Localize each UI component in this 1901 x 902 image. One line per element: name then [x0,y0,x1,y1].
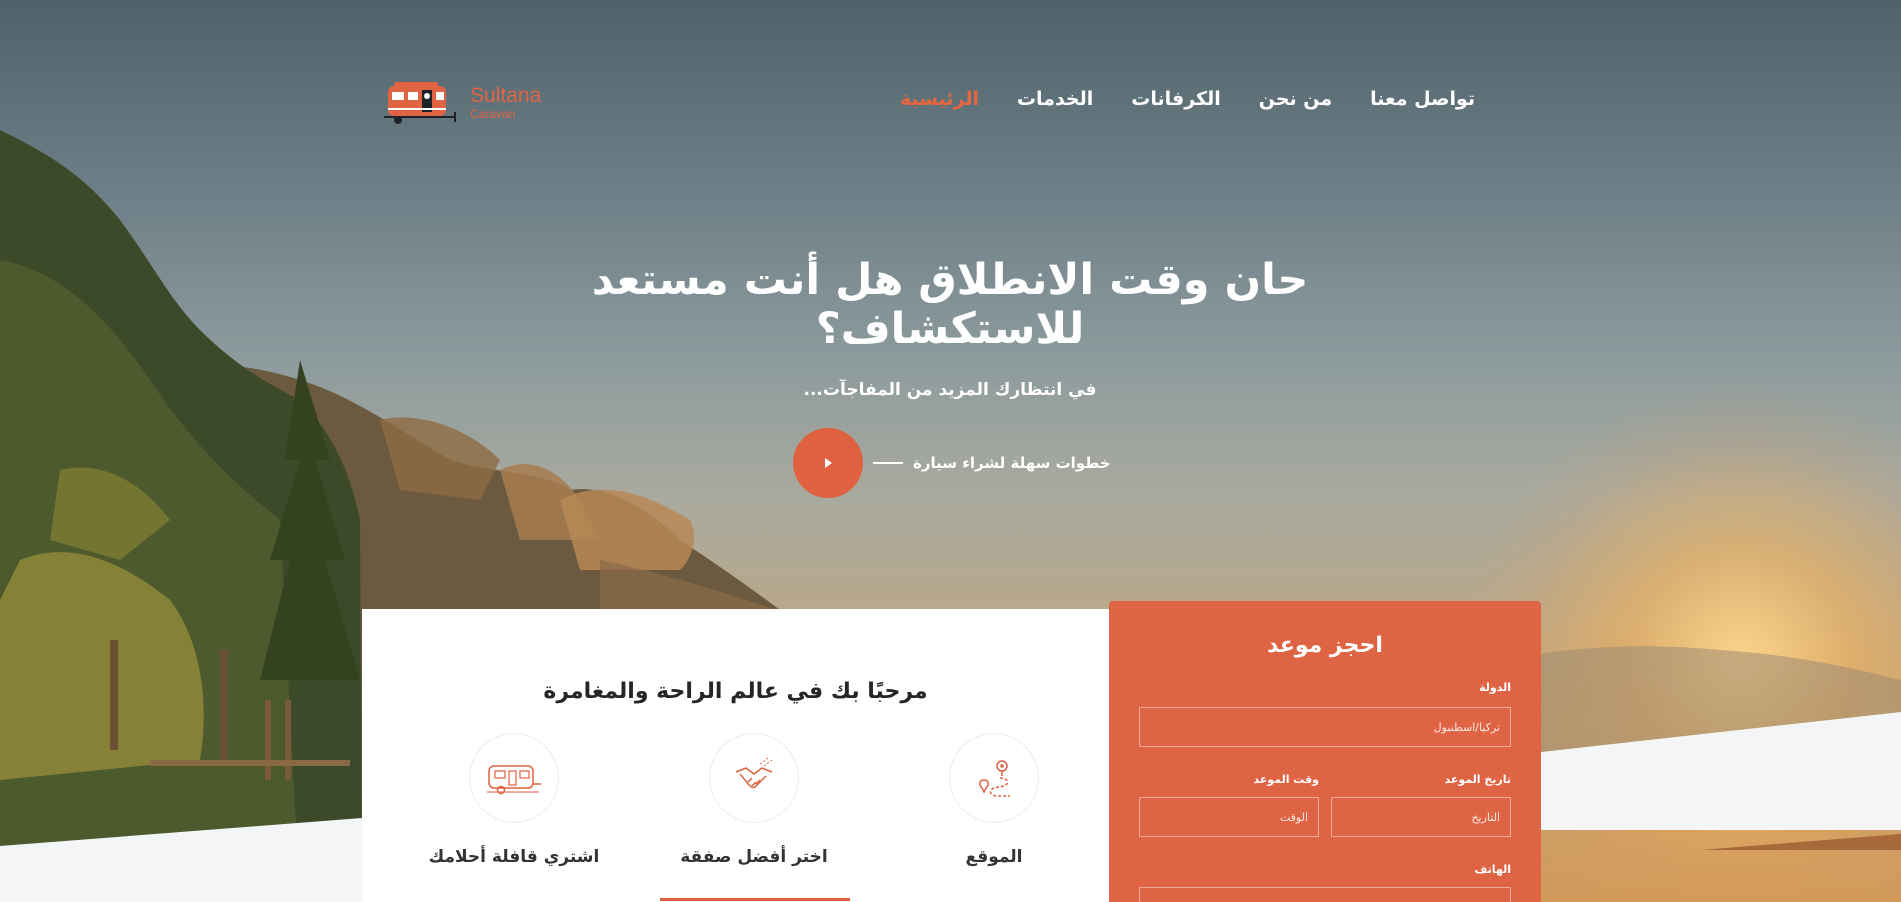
hero-subtitle: في انتظارك المزيد من المفاجآت... [803,380,1097,400]
country-label: الدولة [1479,681,1511,694]
nav-item-contact[interactable]: تواصل معنا [1370,88,1475,122]
time-field[interactable] [1139,797,1319,837]
handshake-icon [735,757,773,789]
date-label: تاريخ الموعد [1444,773,1511,786]
brand-name: Sultana [470,83,542,107]
brand-subtitle: Caravan [470,106,516,121]
divider-line [873,462,903,464]
welcome-card: مرحبًا بك في عالم الراحة والمغامرة الموق… [362,609,1109,902]
feature-best-deal[interactable]: اختر أفضل صفقة [644,733,864,867]
video-label[interactable]: خطوات سهلة لشراء سيارة [913,454,1111,472]
nav-item-caravans[interactable]: الكرفانات [1131,88,1220,122]
caravan-logo-icon [384,82,456,124]
feature-best-deal-label: اختر أفضل صفقة [680,847,828,867]
video-cta: خطوات سهلة لشراء سيارة [793,428,1111,498]
time-label: وقت الموعد [1253,773,1319,786]
feature-icon-circle [949,733,1039,823]
caravan-icon [487,765,541,795]
country-field[interactable] [1139,707,1511,747]
nav-item-services[interactable]: الخدمات [1017,88,1093,122]
brand-logo[interactable]: Sultana Caravan [380,74,560,130]
main-nav: الرئيسية الخدمات الكرفانات من نحن تواصل … [900,88,1490,122]
feature-location-label: الموقع [965,847,1023,867]
feature-icon-circle [709,733,799,823]
hero-title: حان وقت الانطلاق هل أنت مستعد للاستكشاف؟ [591,255,1309,354]
feature-buy-caravan-label: اشتري قافلة أحلامك [428,847,600,867]
date-field[interactable] [1331,797,1511,837]
feature-location[interactable]: الموقع [884,733,1104,867]
play-icon [825,458,832,468]
booking-title: احجز موعد [1267,633,1383,658]
booking-form: احجز موعد الدولة تاريخ الموعد وقت الموعد… [1109,601,1541,902]
nav-item-home[interactable]: الرئيسية [900,88,979,122]
nav-item-about[interactable]: من نحن [1259,88,1332,122]
phone-label: الهاتف [1474,863,1511,876]
feature-buy-caravan[interactable]: اشتري قافلة أحلامك [404,733,624,867]
feature-icon-circle [469,733,559,823]
phone-field[interactable] [1139,887,1511,902]
welcome-title: مرحبًا بك في عالم الراحة والمغامرة [543,679,928,704]
active-feature-underline [660,898,850,901]
play-video-button[interactable] [793,428,863,498]
location-route-icon [979,760,1010,797]
